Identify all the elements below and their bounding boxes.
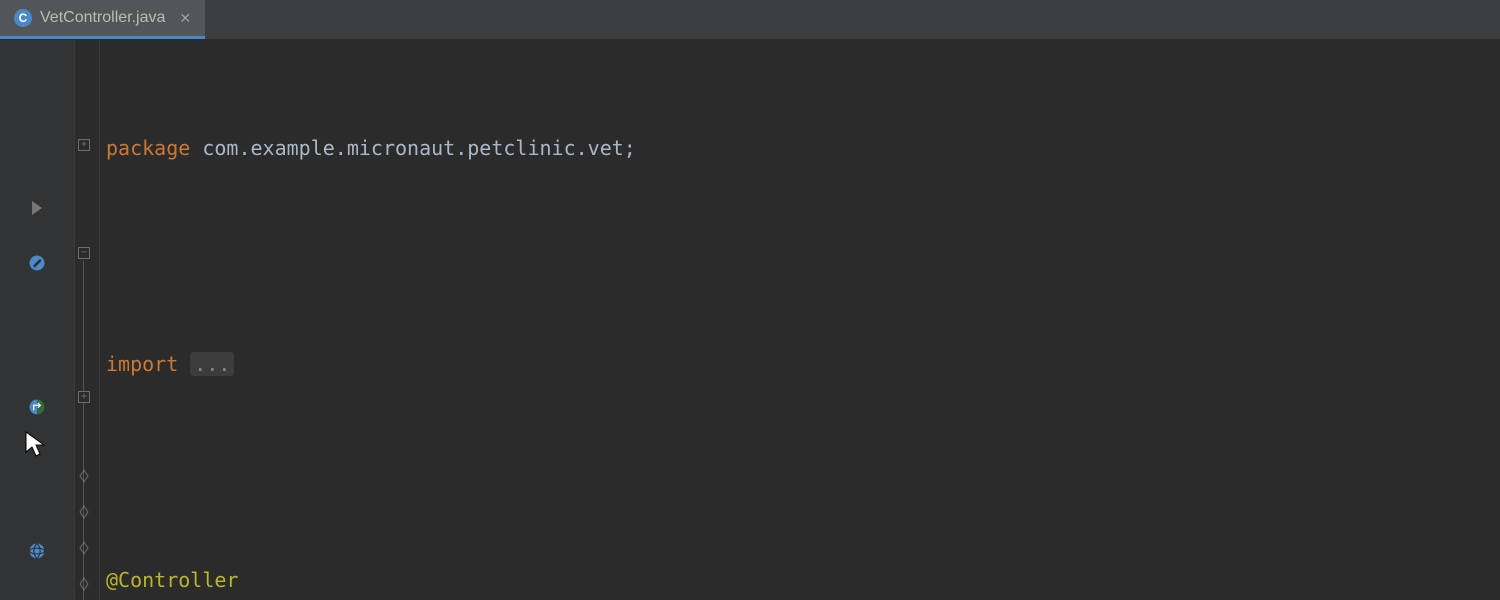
tab-filename: VetController.java: [40, 9, 165, 27]
folded-region[interactable]: ...: [190, 352, 234, 376]
close-tab-icon[interactable]: ✕: [179, 10, 191, 27]
bean-icon[interactable]: [0, 245, 74, 281]
annotation: @Controller: [106, 568, 238, 592]
text: com.example.micronaut.petclinic.vet;: [190, 136, 636, 160]
fold-marker-icon[interactable]: [79, 577, 89, 591]
keyword: package: [106, 136, 190, 160]
code-line: package com.example.micronaut.petclinic.…: [100, 130, 1500, 166]
fold-marker-icon[interactable]: [79, 469, 89, 483]
gutter: [0, 40, 74, 600]
fold-class-icon[interactable]: −: [78, 247, 90, 259]
fold-marker-icon[interactable]: [79, 541, 89, 555]
code-line: import ...: [100, 346, 1500, 382]
keyword: import: [106, 352, 178, 376]
fold-imports-icon[interactable]: +: [78, 139, 90, 151]
java-class-icon: C: [14, 9, 32, 27]
endpoint-icon[interactable]: [0, 533, 74, 569]
fold-constructor-icon[interactable]: +: [78, 391, 90, 403]
run-class-icon[interactable]: [0, 190, 74, 226]
code-line: [100, 238, 1500, 274]
code-area[interactable]: package com.example.micronaut.petclinic.…: [100, 40, 1500, 600]
tab-vetcontroller[interactable]: C VetController.java ✕: [0, 0, 205, 39]
code-line: [100, 454, 1500, 490]
fold-marker-icon[interactable]: [79, 505, 89, 519]
editor-body: + − + package com.example.micronaut.petc…: [0, 40, 1500, 600]
fold-column: + − +: [74, 40, 100, 600]
tab-bar: C VetController.java ✕: [0, 0, 1500, 40]
code-line: @Controller: [100, 562, 1500, 598]
injected-icon[interactable]: [0, 389, 74, 425]
